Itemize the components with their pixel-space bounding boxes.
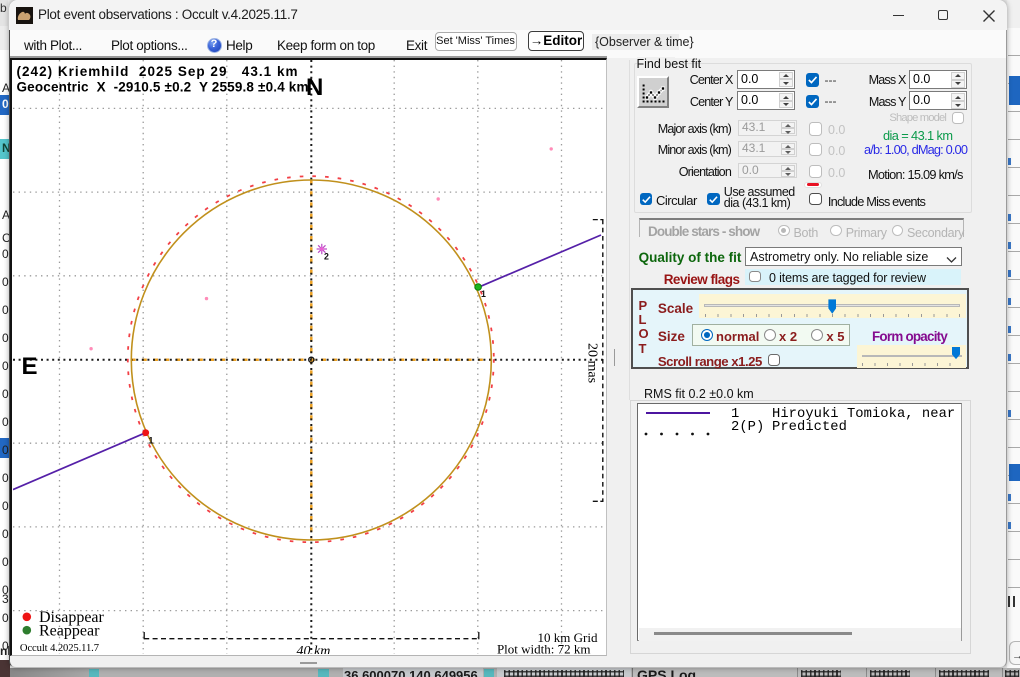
svg-text:1: 1 (148, 436, 153, 446)
svg-text:Plot width: 72 km: Plot width: 72 km (496, 642, 590, 655)
svg-text:(242) Kriemhild 2025 Sep 29: (242) Kriemhild 2025 Sep 29 43.1 km (16, 64, 297, 79)
svg-text:Occult 4.2025.11.7: Occult 4.2025.11.7 (19, 643, 98, 654)
svg-text:2: 2 (324, 252, 329, 262)
svg-text:Geocentric X -2910.5 ±0.2 Y: Geocentric X -2910.5 ±0.2 Y 2559.8 ±0.4 … (16, 80, 308, 95)
svg-text:E: E (21, 353, 37, 380)
svg-text:N: N (306, 74, 323, 101)
svg-text:20 mas: 20 mas (584, 343, 599, 383)
svg-text:1: 1 (481, 289, 486, 299)
svg-text:Reappear: Reappear (39, 623, 100, 640)
svg-text:40 km: 40 km (296, 644, 330, 654)
